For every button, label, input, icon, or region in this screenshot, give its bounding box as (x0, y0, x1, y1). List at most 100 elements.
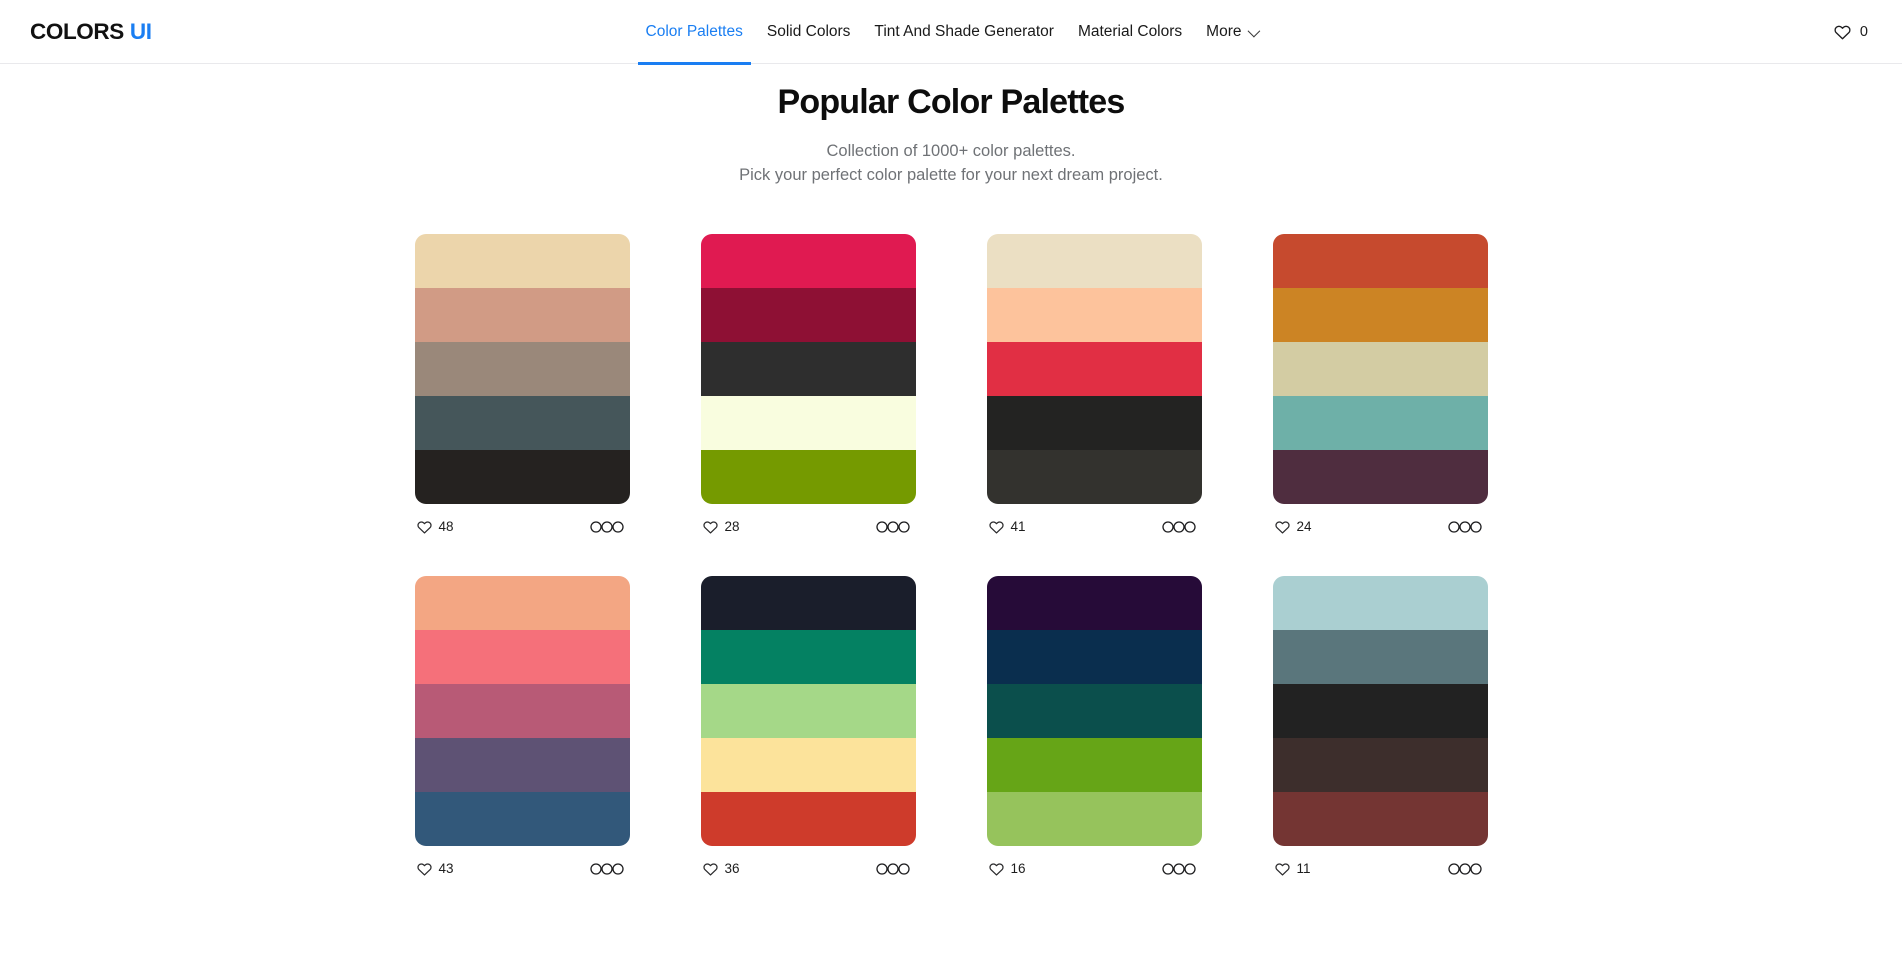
palette-swatch[interactable] (414, 341, 630, 396)
palette-swatch[interactable] (414, 449, 630, 504)
palette-card[interactable]: 16 (986, 575, 1202, 880)
palette-swatch[interactable] (700, 233, 916, 288)
palette-swatch[interactable] (986, 629, 1202, 684)
palette-like-button[interactable]: 43 (416, 862, 454, 876)
palette-options-button[interactable] (1444, 519, 1486, 535)
palette-swatch-stack[interactable] (700, 575, 916, 846)
page-subtitle-line-1: Collection of 1000+ color palettes. (826, 141, 1076, 160)
palette-like-button[interactable]: 16 (988, 862, 1026, 876)
palette-swatch[interactable] (700, 449, 916, 504)
palette-swatch[interactable] (1272, 395, 1488, 450)
palette-like-button[interactable]: 41 (988, 519, 1026, 535)
palette-card[interactable]: 11 (1272, 575, 1488, 880)
palette-swatch-stack[interactable] (414, 233, 630, 504)
palette-swatch[interactable] (414, 683, 630, 738)
palette-like-count: 41 (1010, 519, 1026, 535)
palette-swatch[interactable] (986, 449, 1202, 504)
palette-like-button[interactable]: 48 (416, 519, 454, 535)
palette-swatch[interactable] (414, 575, 630, 630)
palette-card[interactable]: 28 (700, 233, 916, 538)
palette-swatch[interactable] (1272, 449, 1488, 504)
palette-swatch[interactable] (1272, 791, 1488, 846)
palette-options-button[interactable] (1158, 861, 1200, 877)
palette-swatch[interactable] (414, 629, 630, 684)
heart-icon (1274, 521, 1290, 534)
palette-like-button[interactable]: 24 (1274, 520, 1312, 534)
palette-like-button[interactable]: 36 (702, 861, 740, 877)
nav-item-label: Solid Colors (766, 23, 851, 40)
palette-swatch[interactable] (700, 395, 916, 450)
palette-swatch[interactable] (700, 629, 916, 684)
nav-item-solid-colors[interactable]: Solid Colors (759, 0, 859, 64)
palette-swatch[interactable] (986, 341, 1202, 396)
palette-card[interactable]: 48 (414, 233, 630, 538)
palette-swatch[interactable] (986, 575, 1202, 630)
three-circles-icon (1161, 863, 1196, 875)
nav-item-material-colors[interactable]: Material Colors (1070, 0, 1190, 64)
palette-swatch[interactable] (1272, 233, 1488, 288)
nav-item-tint-and-shade-generator[interactable]: Tint And Shade Generator (866, 0, 1062, 64)
nav-item-more[interactable]: More (1198, 0, 1264, 64)
palette-swatch[interactable] (1272, 737, 1488, 792)
nav-item-label: More (1206, 23, 1242, 40)
palette-card[interactable]: 36 (700, 575, 916, 880)
palette-swatch[interactable] (986, 233, 1202, 288)
heart-icon (416, 863, 432, 876)
palette-swatch[interactable] (414, 395, 630, 450)
palette-swatch-stack[interactable] (414, 575, 630, 846)
palette-swatch[interactable] (986, 287, 1202, 342)
palette-card[interactable]: 43 (414, 575, 630, 880)
palette-swatch-stack[interactable] (986, 233, 1202, 504)
palette-like-count: 36 (724, 861, 740, 877)
palette-swatch[interactable] (700, 287, 916, 342)
palette-swatch[interactable] (1272, 575, 1488, 630)
palette-card-footer: 11 (1273, 858, 1488, 880)
palette-swatch[interactable] (1272, 287, 1488, 342)
palette-swatch[interactable] (700, 737, 916, 792)
palette-options-button[interactable] (586, 519, 628, 535)
palette-like-count: 11 (1296, 861, 1311, 877)
palette-options-button[interactable] (1444, 861, 1486, 877)
palette-card[interactable]: 24 (1272, 233, 1488, 538)
palette-swatch[interactable] (986, 683, 1202, 738)
palette-swatch-stack[interactable] (1272, 575, 1488, 846)
palette-swatch[interactable] (700, 341, 916, 396)
palette-swatch[interactable] (414, 233, 630, 288)
favorites-button[interactable]: 0 (1834, 0, 1868, 64)
palette-like-button[interactable]: 28 (702, 520, 740, 534)
palette-swatch[interactable] (986, 791, 1202, 846)
palette-swatch[interactable] (700, 683, 916, 738)
palette-grid: 48 28 41 24 43 36 16 11 (408, 233, 1494, 880)
palette-options-button[interactable] (1158, 519, 1200, 535)
three-circles-icon (589, 521, 624, 533)
palette-options-button[interactable] (872, 519, 914, 535)
three-circles-icon (1161, 521, 1196, 533)
palette-swatch[interactable] (414, 737, 630, 792)
palette-swatch[interactable] (1272, 341, 1488, 396)
heart-icon (702, 521, 718, 534)
palette-card-footer: 16 (987, 858, 1202, 880)
palette-swatch[interactable] (700, 791, 916, 846)
site-logo[interactable]: COLORS UI (30, 0, 152, 64)
palette-like-count: 48 (438, 519, 454, 535)
palette-options-button[interactable] (586, 861, 628, 877)
logo-text-accent: UI (129, 19, 152, 44)
palette-swatch[interactable] (986, 737, 1202, 792)
heart-icon (988, 521, 1004, 534)
palette-swatch-stack[interactable] (700, 233, 916, 504)
nav-item-color-palettes[interactable]: Color Palettes (637, 0, 752, 65)
palette-swatch[interactable] (700, 575, 916, 630)
palette-swatch[interactable] (414, 791, 630, 846)
palette-swatch-stack[interactable] (1272, 233, 1488, 504)
palette-like-button[interactable]: 11 (1274, 861, 1311, 877)
palette-swatch[interactable] (1272, 683, 1488, 738)
palette-card[interactable]: 41 (986, 233, 1202, 538)
palette-options-button[interactable] (872, 861, 914, 877)
palette-swatch-stack[interactable] (986, 575, 1202, 846)
palette-swatch[interactable] (986, 395, 1202, 450)
palette-swatch[interactable] (414, 287, 630, 342)
nav-item-label: Tint And Shade Generator (874, 23, 1054, 40)
palette-swatch[interactable] (1272, 629, 1488, 684)
heart-icon (416, 521, 432, 534)
palette-card-footer: 41 (987, 516, 1202, 538)
